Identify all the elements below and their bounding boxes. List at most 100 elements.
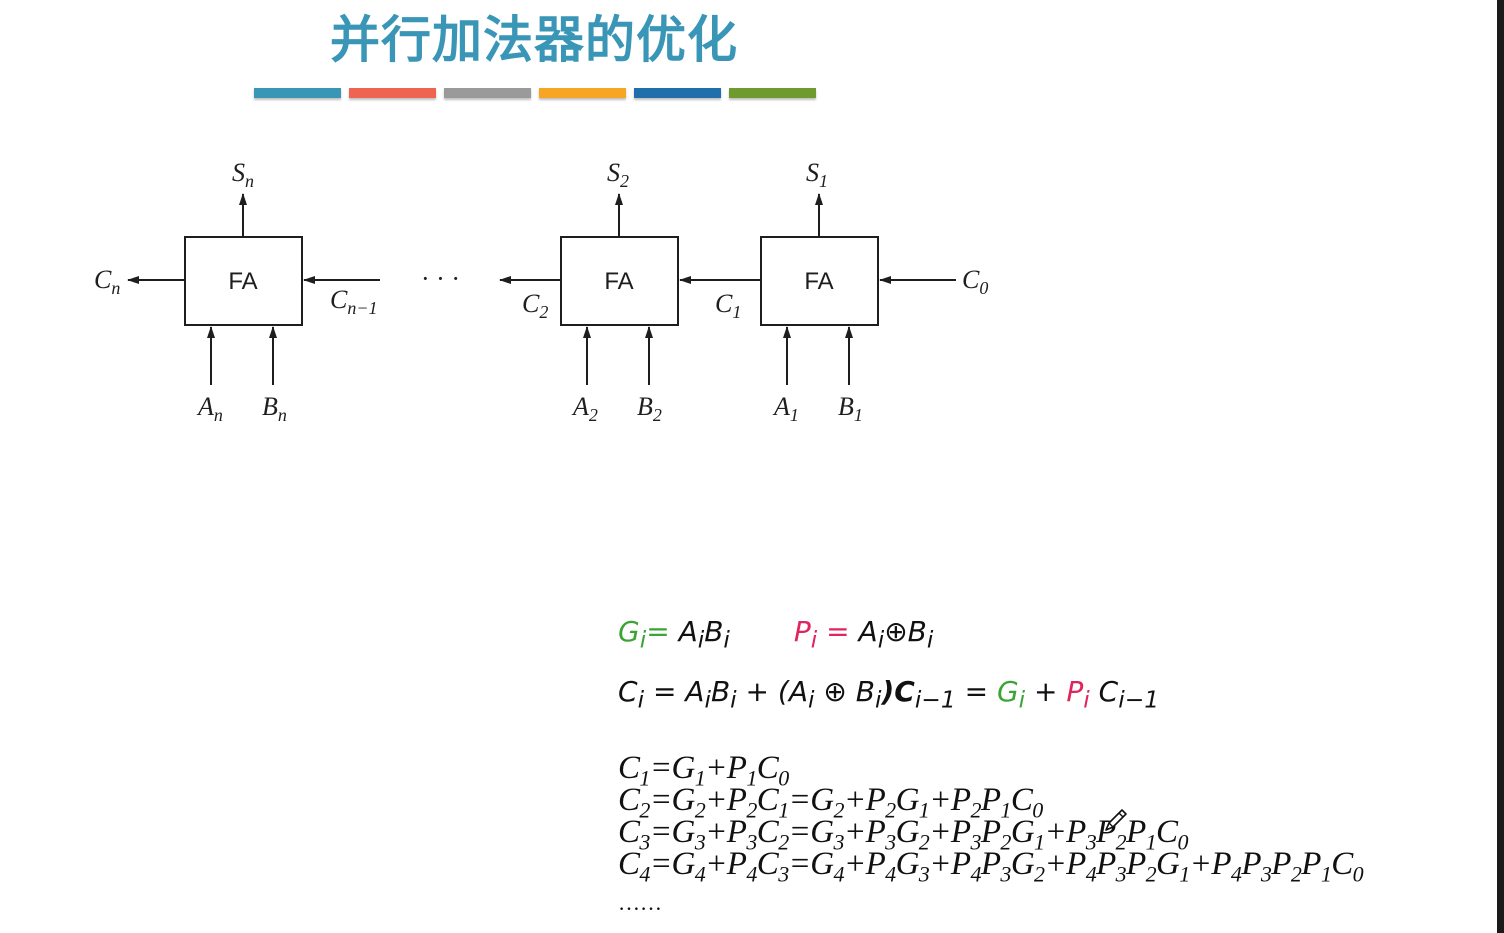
expansion-term: C — [756, 750, 779, 786]
expansion-term: G — [895, 846, 920, 882]
expansion-subscript: 0 — [1352, 861, 1364, 887]
adder-diagram: FA FA FA · · · Sn S2 S1 Cn Cn−1 C2 C1 C0… — [94, 158, 988, 425]
expansion-term: C — [618, 846, 640, 882]
expansion-term: =G — [649, 750, 696, 786]
expansion-term: C — [618, 782, 640, 818]
label-bn: Bn — [262, 392, 287, 425]
expansion-term: =G — [649, 782, 696, 818]
window-edge — [1497, 0, 1504, 933]
expansion-term: +P — [1044, 814, 1086, 850]
expansion-term: P — [1126, 846, 1146, 882]
expansion-subscript: 4 — [833, 861, 845, 887]
label-cn-minus-1: Cn−1 — [330, 285, 378, 318]
expansion-term: +P — [705, 750, 747, 786]
expansion-term: P — [980, 846, 1001, 882]
expansion-subscript: 4 — [694, 861, 706, 887]
label-a2: A2 — [571, 392, 598, 425]
expansion-term: C — [1010, 782, 1033, 818]
expansion-subscript: 4 — [885, 861, 896, 887]
color-bar — [444, 88, 531, 98]
color-bar — [254, 88, 341, 98]
expansion-term: P — [1271, 846, 1291, 882]
label-c1: C1 — [715, 289, 741, 322]
expansion-term: P — [1301, 846, 1321, 882]
expansion-subscript: 4 — [970, 861, 981, 887]
carry-expansion-row: C3=G3+P3C2=G3+P3G2+P3P2G1+P3P2P1C0 — [618, 814, 1363, 855]
color-bar-strip — [254, 88, 816, 98]
expansion-term: +P — [843, 814, 886, 850]
expansion-subscript: 1 — [1320, 861, 1332, 887]
expansion-subscript: 3 — [1115, 861, 1127, 887]
expansion-term: C — [618, 750, 640, 786]
expansion-term: C — [618, 814, 640, 850]
expansion-term: +P — [843, 846, 886, 882]
expansion-term: =G — [649, 846, 696, 882]
expansion-term: +P — [705, 846, 747, 882]
label-an: An — [196, 392, 223, 425]
expansion-term: +P — [1044, 846, 1086, 882]
carry-formula: Ci = AiBi + (Ai ⊕ Bi)Ci−1 = Gi + Pi Ci−1 — [618, 675, 1160, 714]
expansion-term: +P — [705, 782, 747, 818]
expansion-term: G — [895, 814, 920, 850]
expansion-term: P — [1241, 846, 1261, 882]
expansion-term: C — [756, 846, 779, 882]
color-bar — [349, 88, 436, 98]
color-bar — [539, 88, 626, 98]
expansion-term: +P — [929, 846, 971, 882]
expansion-subscript: 1 — [1179, 861, 1190, 887]
expansion-term: +P — [929, 814, 971, 850]
label-sn: Sn — [232, 158, 254, 191]
expansion-subscript: 2 — [1290, 861, 1302, 887]
expansion-term: P — [1096, 846, 1116, 882]
expansion-term: =G — [788, 846, 835, 882]
expansion-subscript: 3 — [918, 861, 930, 887]
label-s2: S2 — [607, 158, 629, 191]
carry-expansion-list: C1=G1+P1C0 C2=G2+P2C1=G2+P2G1+P2P1C0 C3=G3… — [618, 750, 1364, 887]
label-c0: C0 — [962, 265, 988, 298]
expansion-term: C — [1331, 846, 1353, 882]
generate-propagate-formula: Gi= AiBi Pi = Ai⊕Bi — [618, 615, 934, 654]
carry-expansion-row: C1=G1+P1C0 — [618, 750, 1363, 791]
expansion-term: +P — [1189, 846, 1232, 882]
expansion-term: +P — [929, 782, 971, 818]
expansion-term: G — [1010, 814, 1035, 850]
expansion-term: P — [980, 782, 1001, 818]
expansion-term: C — [1156, 814, 1178, 850]
expansion-subscript: 2 — [1034, 861, 1045, 887]
diagram-ellipsis: · · · — [421, 264, 460, 293]
label-cn: Cn — [94, 265, 120, 298]
expansion-term: =G — [649, 814, 696, 850]
fa-label: FA — [604, 268, 633, 295]
expansion-term: C — [756, 782, 779, 818]
formula-block: Gi= AiBi Pi = Ai⊕Bi Ci = AiBi + (Ai ⊕ Bi)… — [618, 612, 1159, 732]
label-s1: S1 — [806, 158, 828, 191]
expansion-subscript: 3 — [1000, 861, 1011, 887]
label-b1: B1 — [838, 392, 863, 425]
carry-expansion-row: C2=G2+P2C1=G2+P2G1+P2P1C0 — [618, 782, 1363, 823]
expansion-subscript: 4 — [746, 861, 757, 887]
expansion-term: C — [756, 814, 779, 850]
label-c2: C2 — [522, 289, 548, 322]
color-bar — [729, 88, 816, 98]
carry-expansion-row: C4=G4+P4C3=G4+P4G3+P4P3G2+P4P3P2G1+P4P3P… — [618, 846, 1364, 887]
expansion-term: +P — [843, 782, 886, 818]
expansion-subscript: 2 — [1145, 861, 1157, 887]
pencil-cursor-icon — [1105, 809, 1127, 831]
expansion-term: +P — [705, 814, 747, 850]
continuation-ellipsis: …… — [618, 890, 662, 915]
expansion-term: G — [1010, 846, 1035, 882]
fa-label: FA — [804, 268, 833, 295]
expansion-subscript: 4 — [639, 861, 650, 887]
expansion-term: G — [1156, 846, 1180, 882]
label-a1: A1 — [772, 392, 799, 425]
expansion-subscript: 3 — [778, 861, 789, 887]
label-b2: B2 — [637, 392, 662, 425]
expansion-subscript: 4 — [1085, 861, 1097, 887]
expansion-term: P — [980, 814, 1001, 850]
fa-label: FA — [228, 268, 257, 295]
expansion-term: G — [895, 782, 920, 818]
expansion-subscript: 3 — [1260, 861, 1272, 887]
expansion-subscript: 4 — [1230, 861, 1242, 887]
expansion-term: =G — [788, 782, 835, 818]
slide-title: 并行加法器的优化 — [330, 11, 738, 69]
